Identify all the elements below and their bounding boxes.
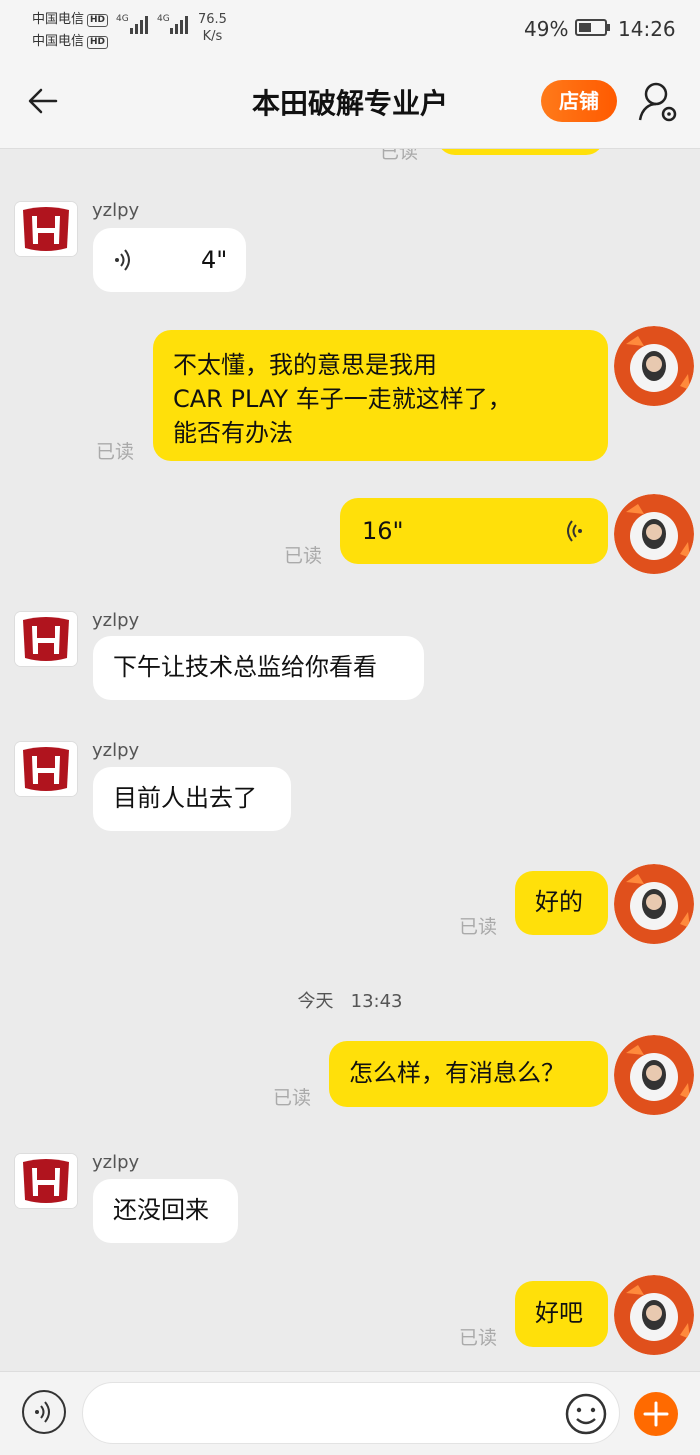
message-text-line: CAR PLAY 车子一走就这样了， [173,385,512,413]
voice-wave-icon [567,520,582,542]
microphone-icon [35,1401,50,1423]
honda-logo-icon [15,742,77,796]
message-text-line: 不太懂，我的意思是我用 [173,351,437,379]
contact-name: yzlpy [92,740,140,761]
user-avatar-image [614,864,694,944]
contact-name: yzlpy [92,1152,140,1173]
signal-icon [130,16,148,34]
voice-duration: 16" [362,517,404,545]
plus-icon [643,1401,669,1427]
user-avatar-image [614,1035,694,1115]
voice-wave-icon [115,249,130,271]
contact-avatar[interactable] [15,742,77,796]
user-avatar-image [614,326,694,406]
user-settings-icon[interactable] [636,80,680,124]
chat-header: 本田破解专业户 店铺 [0,58,700,149]
message-bubble[interactable]: 不太懂，我的意思是我用 CAR PLAY 车子一走就这样了， 能否有办法 [153,330,608,461]
emoji-icon[interactable] [564,1392,608,1436]
contact-name: yzlpy [92,610,140,631]
more-actions-button[interactable] [634,1392,678,1436]
message-text-line: 能否有办法 [173,419,293,447]
message-bubble[interactable]: 怎么样，有消息么？ [329,1041,608,1107]
my-avatar[interactable] [614,864,694,944]
voice-duration: 4" [201,246,228,274]
read-status-partial: 已读 [380,149,419,163]
read-status: 已读 [459,916,498,938]
honda-logo-icon [15,612,77,666]
battery-percent: 49% [524,17,569,41]
read-status: 已读 [459,1327,498,1349]
message-bubble[interactable]: 好吧 [515,1281,608,1347]
shop-button[interactable]: 店铺 [541,80,617,122]
input-bar [0,1371,700,1455]
message-bubble[interactable]: 还没回来 [93,1179,238,1243]
network-speed: 76.5 K/s [198,12,227,44]
honda-logo-icon [15,202,77,256]
message-bubble[interactable]: 好的 [515,871,608,935]
clock: 14:26 [618,17,676,41]
contact-avatar[interactable] [15,1154,77,1208]
carrier-label-2: 中国电信 HD [32,30,109,49]
user-avatar-image [614,494,694,574]
contact-avatar[interactable] [15,202,77,256]
time-separator: 今天 13:43 [297,991,403,1012]
read-status: 已读 [284,545,323,567]
status-bar: 中国电信 HD 中国电信 HD 4G 4G 76.5 K/s 49% 14:26 [0,0,700,58]
message-input[interactable] [82,1382,620,1444]
voice-message-bubble[interactable]: 4" [93,228,246,292]
network-type-1: 4G [116,14,129,24]
carrier-label-1: 中国电信 HD [32,8,109,27]
read-status: 已读 [96,441,135,463]
message-bubble[interactable]: 目前人出去了 [93,767,291,831]
contact-avatar[interactable] [15,612,77,666]
voice-message-bubble[interactable]: 16" [340,498,608,564]
battery-tip [607,24,610,31]
message-bubble-partial [437,149,604,155]
my-avatar[interactable] [614,1275,694,1355]
my-avatar[interactable] [614,1035,694,1115]
read-status: 已读 [273,1087,312,1109]
signal-icon-2 [170,16,188,34]
message-list[interactable]: 已读 yzlpy 4" 不太懂，我的意思是我用 CAR PLAY 车子一走就这样… [0,149,700,1371]
contact-name: yzlpy [92,200,140,221]
voice-input-button[interactable] [22,1390,66,1434]
battery-icon [575,19,607,36]
user-avatar-image [614,1275,694,1355]
honda-logo-icon [15,1154,77,1208]
message-bubble[interactable]: 下午让技术总监给你看看 [93,636,424,700]
my-avatar[interactable] [614,326,694,406]
my-avatar[interactable] [614,494,694,574]
